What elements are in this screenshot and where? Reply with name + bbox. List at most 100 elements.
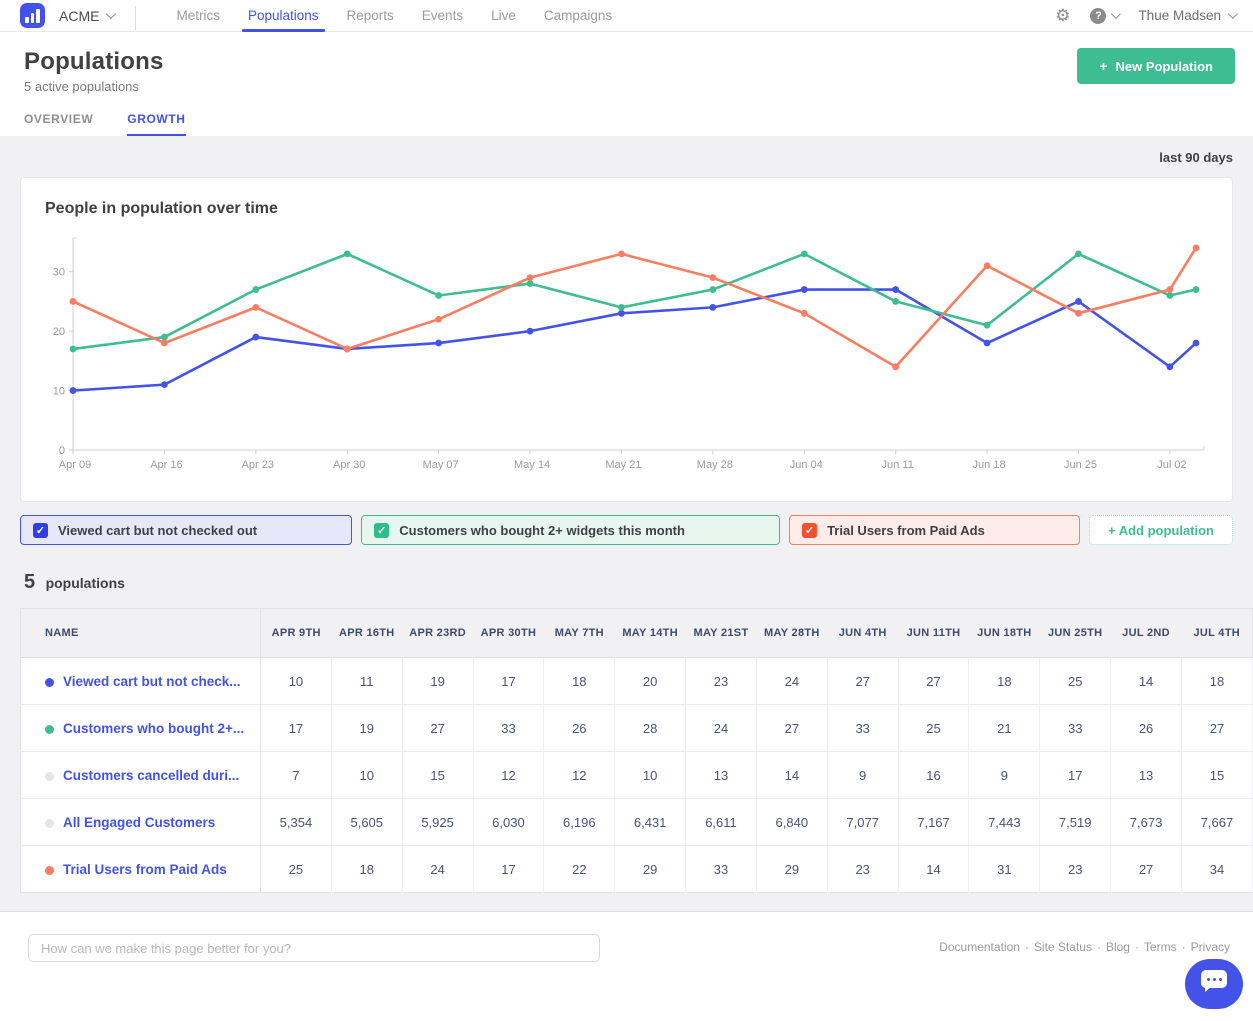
column-header-7: MAY 28TH [756, 609, 827, 658]
column-header-name: NAME [21, 609, 261, 658]
plus-icon: + [1099, 58, 1107, 74]
value-cell: 25 [261, 846, 332, 893]
footer-link-documentation[interactable]: Documentation [939, 940, 1020, 954]
value-cell: 27 [1111, 846, 1182, 893]
table-body: Viewed cart but not check...101119171820… [21, 658, 1253, 893]
axis-tick-label: Apr 30 [333, 459, 365, 471]
value-cell: 24 [402, 846, 473, 893]
column-header-0: APR 9TH [261, 609, 332, 658]
user-menu[interactable]: Thue Madsen [1138, 8, 1235, 23]
value-cell: 18 [544, 658, 615, 705]
chart-point [344, 346, 351, 353]
value-cell: 18 [1181, 658, 1252, 705]
page-footer: Documentation·Site Status·Blog·Terms·Pri… [0, 911, 1253, 995]
column-header-11: JUN 25TH [1040, 609, 1111, 658]
axis-tick-label: May 21 [605, 459, 641, 471]
value-cell: 33 [473, 705, 544, 752]
account-switcher[interactable]: ACME [59, 8, 113, 24]
footer-link-blog[interactable]: Blog [1106, 940, 1130, 954]
chart-point [252, 334, 259, 341]
nav-item-campaigns[interactable]: Campaigns [530, 0, 626, 31]
chart-point [1075, 250, 1082, 257]
value-cell: 5,354 [261, 799, 332, 846]
value-cell: 10 [331, 752, 402, 799]
column-header-2: APR 23RD [402, 609, 473, 658]
value-cell: 17 [1040, 752, 1111, 799]
value-cell: 27 [756, 705, 827, 752]
value-cell: 18 [331, 846, 402, 893]
chat-button[interactable] [1185, 959, 1243, 1009]
checkbox-checked-icon[interactable]: ✓ [374, 523, 389, 538]
help-menu[interactable]: ? [1090, 8, 1118, 24]
nav-item-events[interactable]: Events [408, 0, 477, 31]
population-name-link[interactable]: Customers who bought 2+... [21, 705, 261, 752]
legend-pill-1[interactable]: ✓Customers who bought 2+ widgets this mo… [361, 515, 780, 545]
chart-point [527, 274, 534, 281]
population-name-link[interactable]: Trial Users from Paid Ads [21, 846, 261, 893]
footer-link-site-status[interactable]: Site Status [1034, 940, 1092, 954]
series-dot-icon [45, 725, 54, 734]
new-population-button[interactable]: + New Population [1077, 48, 1235, 84]
populations-count-suffix: populations [46, 575, 125, 591]
chat-bubble-icon [1201, 970, 1227, 988]
nav-item-live[interactable]: Live [477, 0, 530, 31]
chart-point [435, 340, 442, 347]
tab-overview[interactable]: OVERVIEW [24, 112, 93, 136]
chart-point [801, 250, 808, 257]
axis-tick-label: Apr 16 [150, 459, 182, 471]
column-header-13: JUL 4TH [1181, 609, 1252, 658]
nav-item-metrics[interactable]: Metrics [162, 0, 234, 31]
checkbox-checked-icon[interactable]: ✓ [802, 523, 817, 538]
chevron-down-icon [1228, 9, 1238, 19]
gear-icon[interactable]: ⚙ [1055, 7, 1070, 24]
value-cell: 6,196 [544, 799, 615, 846]
chart-point [252, 304, 259, 311]
table-row: Viewed cart but not check...101119171820… [21, 658, 1253, 705]
population-name-link[interactable]: All Engaged Customers [21, 799, 261, 846]
value-cell: 14 [898, 846, 969, 893]
chart-point [1193, 340, 1200, 347]
value-cell: 26 [1111, 705, 1182, 752]
value-cell: 33 [1040, 705, 1111, 752]
value-cell: 7,667 [1181, 799, 1252, 846]
app-logo-icon[interactable] [20, 3, 45, 28]
tabs: OVERVIEW GROWTH [24, 112, 1233, 136]
add-population-button[interactable]: + Add population [1089, 515, 1233, 545]
value-cell: 12 [473, 752, 544, 799]
legend-pill-2[interactable]: ✓ Trial Users from Paid Ads [789, 515, 1080, 545]
footer-link-separator: · [1182, 940, 1186, 954]
populations-count: 5 [24, 571, 35, 593]
value-cell: 28 [615, 705, 686, 752]
feedback-input[interactable] [28, 934, 600, 962]
tab-growth[interactable]: GROWTH [127, 112, 185, 136]
chart-point [1166, 286, 1173, 293]
series-dot-icon [45, 819, 54, 828]
chart-point [252, 286, 259, 293]
nav-item-reports[interactable]: Reports [333, 0, 408, 31]
value-cell: 19 [331, 705, 402, 752]
value-cell: 26 [544, 705, 615, 752]
chart-point [618, 304, 625, 311]
value-cell: 14 [756, 752, 827, 799]
value-cell: 5,925 [402, 799, 473, 846]
value-cell: 6,611 [686, 799, 757, 846]
value-cell: 7,673 [1111, 799, 1182, 846]
chart-point [1075, 310, 1082, 317]
axis-tick-label: May 07 [423, 459, 459, 471]
value-cell: 15 [402, 752, 473, 799]
checkbox-checked-icon[interactable]: ✓ [33, 523, 48, 538]
footer-link-privacy[interactable]: Privacy [1191, 940, 1230, 954]
new-population-label: New Population [1116, 59, 1214, 74]
help-icon: ? [1090, 8, 1106, 24]
chart-title: People in population over time [45, 200, 1208, 218]
value-cell: 25 [898, 705, 969, 752]
footer-link-terms[interactable]: Terms [1144, 940, 1177, 954]
population-name-link[interactable]: Customers cancelled duri... [21, 752, 261, 799]
legend-pill-0[interactable]: ✓Viewed cart but not checked out [20, 515, 352, 545]
legend-pill-label: Trial Users from Paid Ads [827, 523, 985, 538]
axis-tick-label: 20 [53, 326, 65, 338]
value-cell: 17 [473, 658, 544, 705]
chart-point [618, 250, 625, 257]
population-name-link[interactable]: Viewed cart but not check... [21, 658, 261, 705]
nav-item-populations[interactable]: Populations [234, 0, 333, 31]
